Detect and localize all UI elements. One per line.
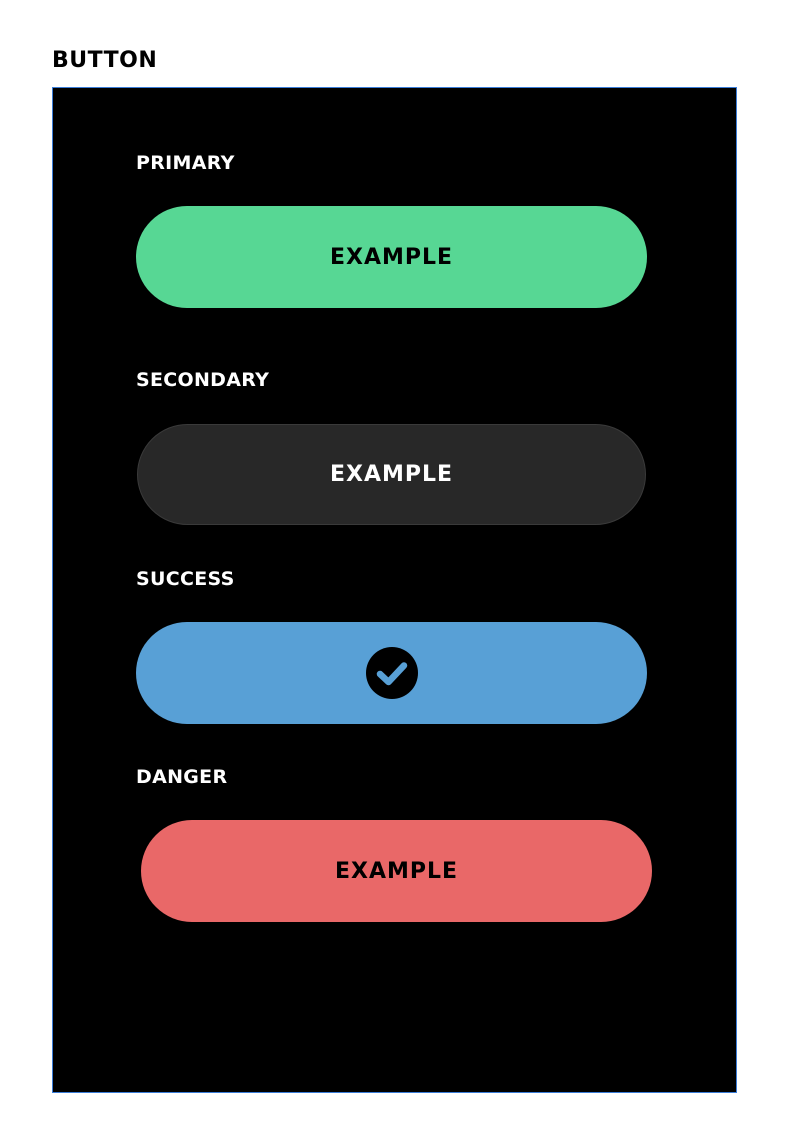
success-section-label: SUCCESS [136, 568, 235, 590]
danger-button-label: EXAMPLE [334, 858, 459, 884]
button-showcase-frame: PRIMARY EXAMPLE SECONDARY EXAMPLE SUCCES… [52, 87, 737, 1093]
primary-section-label: PRIMARY [136, 152, 235, 174]
secondary-button-label: EXAMPLE [329, 462, 454, 487]
danger-example-button[interactable]: EXAMPLE [141, 820, 652, 922]
success-example-button[interactable] [136, 622, 647, 724]
danger-section-label: DANGER [136, 766, 228, 788]
check-circle-icon [365, 647, 418, 699]
primary-example-button[interactable]: EXAMPLE [136, 206, 647, 308]
page-title: BUTTON [52, 48, 158, 73]
secondary-section-label: SECONDARY [136, 369, 270, 391]
primary-button-label: EXAMPLE [329, 244, 454, 270]
secondary-example-button[interactable]: EXAMPLE [137, 424, 646, 525]
